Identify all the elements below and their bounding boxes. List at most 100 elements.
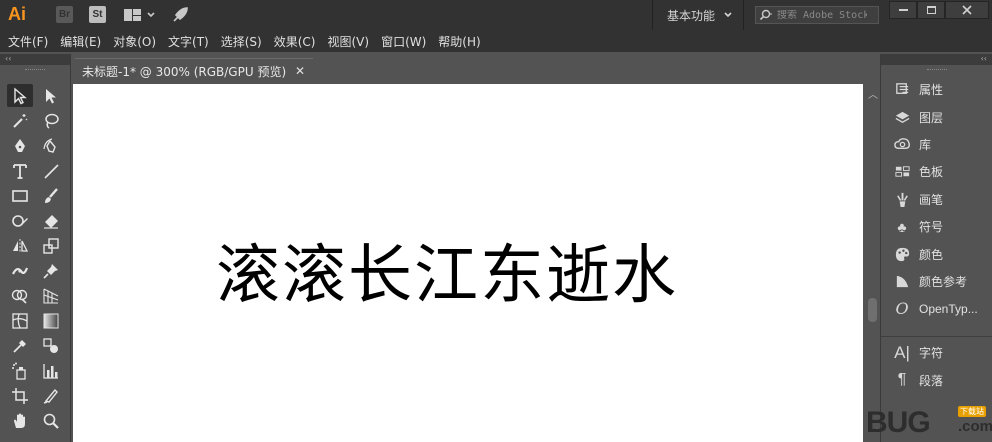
shaper-tool[interactable]	[7, 209, 33, 232]
paintbrush-tool[interactable]	[38, 184, 64, 207]
direct-selection-tool[interactable]	[38, 84, 64, 107]
menu-edit[interactable]: 编辑(E)	[54, 33, 107, 50]
rectangle-tool[interactable]	[7, 184, 33, 207]
chevron-down-icon	[147, 12, 155, 18]
gradient-icon	[43, 313, 59, 328]
scrollbar-thumb[interactable]	[868, 298, 877, 322]
layers-icon	[893, 108, 911, 126]
width-tool[interactable]	[7, 259, 33, 282]
magic-wand-icon	[13, 113, 28, 128]
curvature-pen-icon	[43, 137, 56, 153]
line-segment-icon	[44, 163, 59, 179]
hand-tool[interactable]	[7, 409, 33, 432]
dock-collapse-bar[interactable]: ‹‹	[881, 54, 992, 65]
menu-help[interactable]: 帮助(H)	[432, 33, 486, 50]
palette-icon	[893, 245, 911, 263]
lasso-tool[interactable]	[38, 109, 64, 132]
pen-tool[interactable]	[7, 134, 33, 157]
curvature-tool[interactable]	[38, 134, 64, 157]
panel-character[interactable]: A| 字符	[881, 339, 992, 366]
eyedropper-tool[interactable]	[7, 334, 33, 357]
width-tool-icon	[12, 267, 29, 275]
arrange-documents-button[interactable]	[122, 6, 158, 24]
panel-color-guide[interactable]: 颜色参考	[881, 268, 992, 295]
toolbar-grip[interactable]	[25, 69, 45, 72]
site-watermark: BUG 下载站 .com	[848, 400, 992, 442]
gpu-performance-button[interactable]	[170, 6, 190, 24]
chevron-down-icon	[724, 12, 732, 18]
artboard-tool[interactable]	[7, 384, 33, 407]
bridge-button[interactable]: Br	[56, 6, 73, 23]
reflect-tool[interactable]	[7, 234, 33, 257]
column-graph-tool[interactable]	[38, 359, 64, 382]
puppet-warp-tool[interactable]	[38, 259, 64, 282]
vertical-scrollbar[interactable]: ︿ ﹀	[865, 84, 880, 442]
close-button[interactable]	[945, 1, 989, 19]
symbol-sprayer-tool[interactable]	[7, 359, 33, 382]
menu-select[interactable]: 选择(S)	[215, 33, 268, 50]
stock-search-input[interactable]	[777, 9, 867, 21]
mesh-tool[interactable]	[7, 309, 33, 332]
panel-label: 字符	[919, 346, 944, 361]
zoom-tool[interactable]	[38, 409, 64, 432]
minimize-button[interactable]	[889, 1, 917, 19]
reflect-icon	[13, 238, 29, 253]
menu-file[interactable]: 文件(F)	[2, 33, 54, 50]
shape-builder-tool[interactable]	[7, 284, 33, 307]
mesh-icon	[12, 312, 28, 329]
panel-properties[interactable]: 属性	[881, 76, 992, 103]
menu-view[interactable]: 视图(V)	[321, 33, 375, 50]
panel-opentype[interactable]: O OpenTyp...	[881, 295, 992, 322]
magic-wand-tool[interactable]	[7, 109, 33, 132]
dock-grip[interactable]	[926, 69, 947, 72]
panel-label: 图层	[919, 110, 944, 125]
type-tool[interactable]	[7, 159, 33, 182]
close-tab-icon[interactable]: ✕	[295, 64, 305, 78]
panel-label: 符号	[919, 220, 944, 235]
perspective-grid-tool[interactable]	[38, 284, 64, 307]
line-segment-tool[interactable]	[38, 159, 64, 182]
search-icon	[759, 9, 772, 21]
workspace-switcher[interactable]: 基本功能	[652, 0, 744, 30]
maximize-button[interactable]	[917, 1, 945, 19]
column-graph-icon	[43, 363, 58, 379]
toolbar-collapse-bar[interactable]: ‹‹	[0, 54, 70, 65]
panel-libraries[interactable]: 库	[881, 131, 992, 158]
canvas-text-object[interactable]: 滚滚长江东逝水	[216, 241, 678, 311]
panel-swatches[interactable]: 色板	[881, 158, 992, 185]
swatches-grid-icon	[893, 163, 911, 181]
panel-paragraph[interactable]: ¶ 段落	[881, 366, 992, 393]
blend-icon	[43, 337, 58, 353]
magnifier-icon	[43, 413, 59, 429]
panel-brushes[interactable]: 画笔	[881, 186, 992, 213]
panel-label: 属性	[919, 83, 944, 98]
panel-label: 颜色参考	[919, 274, 968, 289]
scroll-up-icon[interactable]: ︿	[868, 86, 878, 101]
document-tab[interactable]: 未标题-1* @ 300% (RGB/GPU 预览) ✕	[75, 58, 313, 84]
stock-button[interactable]: St	[89, 6, 106, 23]
panel-color[interactable]: 颜色	[881, 240, 992, 267]
character-a-icon: A|	[894, 342, 910, 362]
artboard-canvas[interactable]: 滚滚长江东逝水	[73, 84, 863, 442]
selection-tool[interactable]	[7, 84, 33, 107]
menu-effect[interactable]: 效果(C)	[268, 33, 322, 50]
eraser-icon	[44, 214, 58, 229]
panel-symbols[interactable]: ♣ 符号	[881, 213, 992, 240]
creative-cloud-icon	[893, 135, 911, 153]
selection-arrow-icon	[14, 86, 27, 104]
shaper-icon	[12, 214, 28, 227]
scale-tool[interactable]	[38, 234, 64, 257]
stock-search-box[interactable]	[755, 6, 879, 24]
gradient-tool[interactable]	[38, 309, 64, 332]
slice-tool[interactable]	[38, 384, 64, 407]
blend-tool[interactable]	[38, 334, 64, 357]
brush-icon	[893, 190, 911, 208]
menu-object[interactable]: 对象(O)	[107, 33, 162, 50]
panel-label: 段落	[919, 373, 944, 388]
eraser-tool[interactable]	[38, 209, 64, 232]
menu-type[interactable]: 文字(T)	[162, 33, 215, 50]
pen-icon	[15, 138, 25, 152]
perspective-grid-icon	[43, 288, 59, 304]
panel-layers[interactable]: 图层	[881, 103, 992, 130]
menu-window[interactable]: 窗口(W)	[375, 33, 432, 50]
